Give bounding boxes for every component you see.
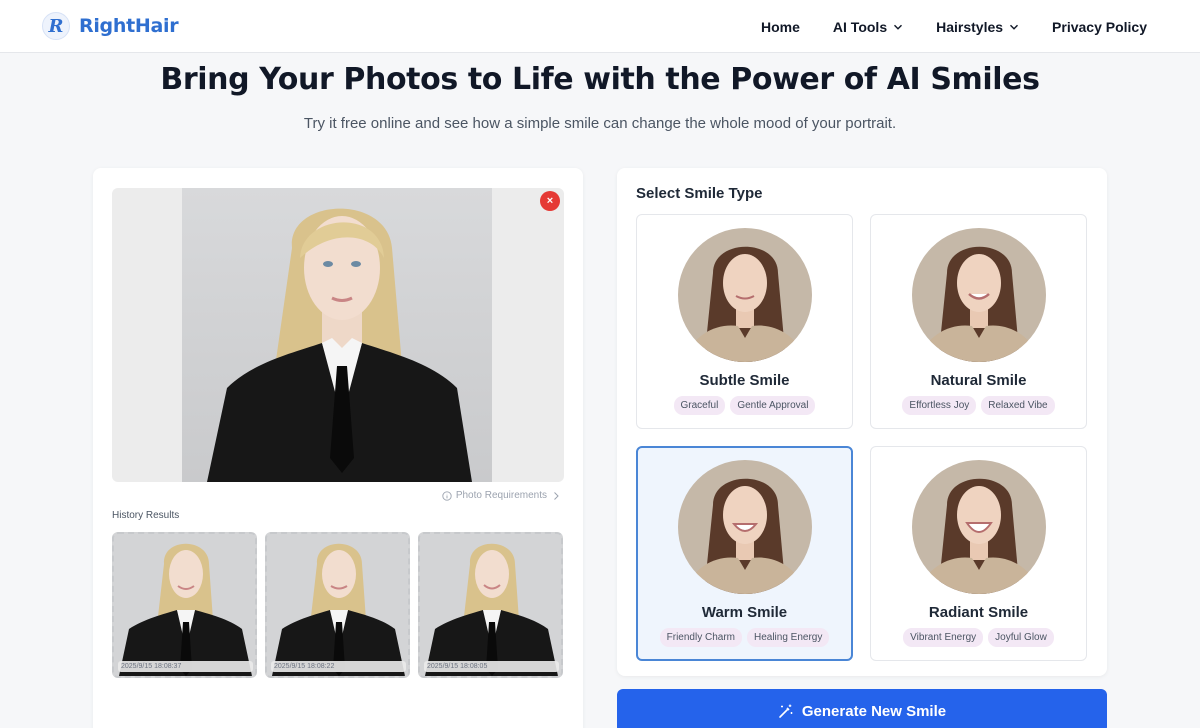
avatar-illustration — [683, 478, 807, 594]
smile-tag: Relaxed Vibe — [981, 396, 1055, 415]
smile-name: Natural Smile — [930, 372, 1027, 389]
smile-option-subtle[interactable]: Subtle Smile Graceful Gentle Approval — [636, 214, 853, 429]
photo-requirements-label: Photo Requirements — [455, 490, 547, 501]
smile-name: Warm Smile — [701, 604, 788, 621]
smile-tag: Vibrant Energy — [903, 628, 984, 647]
history-thumbnail — [272, 543, 405, 676]
smile-option-natural[interactable]: Natural Smile Effortless Joy Relaxed Vib… — [870, 214, 1087, 429]
smile-tag: Graceful — [673, 396, 726, 415]
smile-option-radiant[interactable]: Radiant Smile Vibrant Energy Joyful Glow — [870, 446, 1087, 661]
chevron-down-icon — [894, 24, 903, 30]
info-circle-icon — [442, 490, 452, 501]
smile-select-panel: Select Smile Type Subtle Smile Graceful … — [617, 168, 1107, 676]
page-subtitle: Try it free online and see how a simple … — [303, 115, 897, 132]
smile-avatar — [678, 460, 812, 594]
generate-smile-button[interactable]: Generate New Smile — [617, 689, 1107, 728]
upload-area[interactable]: × — [112, 188, 564, 482]
history-result-item[interactable]: 2025/9/15 18:08:37 — [112, 532, 257, 678]
nav-privacy-label: Privacy Policy — [1052, 18, 1147, 35]
avatar-illustration — [917, 246, 1041, 362]
history-results-label: History Results — [112, 510, 180, 521]
nav-privacy-policy[interactable]: Privacy Policy — [1052, 19, 1147, 35]
logo-text: RightHair — [79, 15, 179, 37]
nav-hairstyles[interactable]: Hairstyles — [936, 19, 1019, 35]
nav-home[interactable]: Home — [761, 19, 800, 35]
smile-avatar — [912, 228, 1046, 362]
history-thumbnail — [119, 543, 252, 676]
chevron-right-icon — [554, 491, 559, 500]
brand-logo[interactable]: R RightHair — [42, 12, 179, 40]
smile-tag: Healing Energy — [746, 628, 830, 647]
history-result-item[interactable]: 2025/9/15 18:08:05 — [418, 532, 563, 678]
smile-tags: Effortless Joy Relaxed Vibe — [871, 396, 1086, 415]
upload-panel: × Photo Requirements History Results 202… — [93, 168, 583, 728]
nav-ai-tools-label: AI Tools — [832, 18, 888, 35]
smile-tag: Friendly Charm — [659, 628, 742, 647]
smile-tag: Effortless Joy — [902, 396, 977, 415]
history-result-item[interactable]: 2025/9/15 18:08:22 — [265, 532, 410, 678]
page-title: Bring Your Photos to Life with the Power… — [160, 62, 1040, 97]
select-smile-title: Select Smile Type — [636, 185, 763, 202]
smile-tags: Vibrant Energy Joyful Glow — [871, 628, 1086, 647]
smile-avatar — [678, 228, 812, 362]
remove-photo-button[interactable]: × — [540, 191, 560, 211]
avatar-illustration — [683, 246, 807, 362]
smile-tags: Friendly Charm Healing Energy — [638, 628, 851, 647]
nav-home-label: Home — [761, 18, 800, 35]
uploaded-photo — [182, 188, 492, 482]
smile-name: Radiant Smile — [928, 604, 1029, 621]
smile-avatar — [912, 460, 1046, 594]
chevron-down-icon — [1010, 24, 1019, 30]
smile-tag: Joyful Glow — [988, 628, 1054, 647]
nav-hairstyles-label: Hairstyles — [936, 18, 1004, 35]
top-header: R RightHair Home AI Tools Hairstyles Pri… — [0, 0, 1200, 53]
magic-wand-icon — [779, 704, 793, 718]
smile-name: Subtle Smile — [699, 372, 790, 389]
history-timestamp: 2025/9/15 18:08:37 — [118, 661, 253, 672]
generate-label: Generate New Smile — [801, 702, 947, 720]
nav-ai-tools[interactable]: AI Tools — [833, 19, 903, 35]
logo-icon: R — [42, 12, 70, 40]
history-timestamp: 2025/9/15 18:08:05 — [424, 661, 559, 672]
portrait-illustration — [207, 208, 472, 482]
photo-requirements-link[interactable]: Photo Requirements — [442, 490, 561, 501]
main-nav: Home AI Tools Hairstyles Privacy Policy — [761, 0, 1147, 53]
avatar-illustration — [917, 478, 1041, 594]
history-thumbnail — [425, 543, 558, 676]
smile-option-warm[interactable]: Warm Smile Friendly Charm Healing Energy — [636, 446, 853, 661]
smile-tag: Gentle Approval — [730, 396, 816, 415]
close-icon: × — [546, 195, 554, 207]
smile-tags: Graceful Gentle Approval — [637, 396, 852, 415]
history-timestamp: 2025/9/15 18:08:22 — [271, 661, 406, 672]
